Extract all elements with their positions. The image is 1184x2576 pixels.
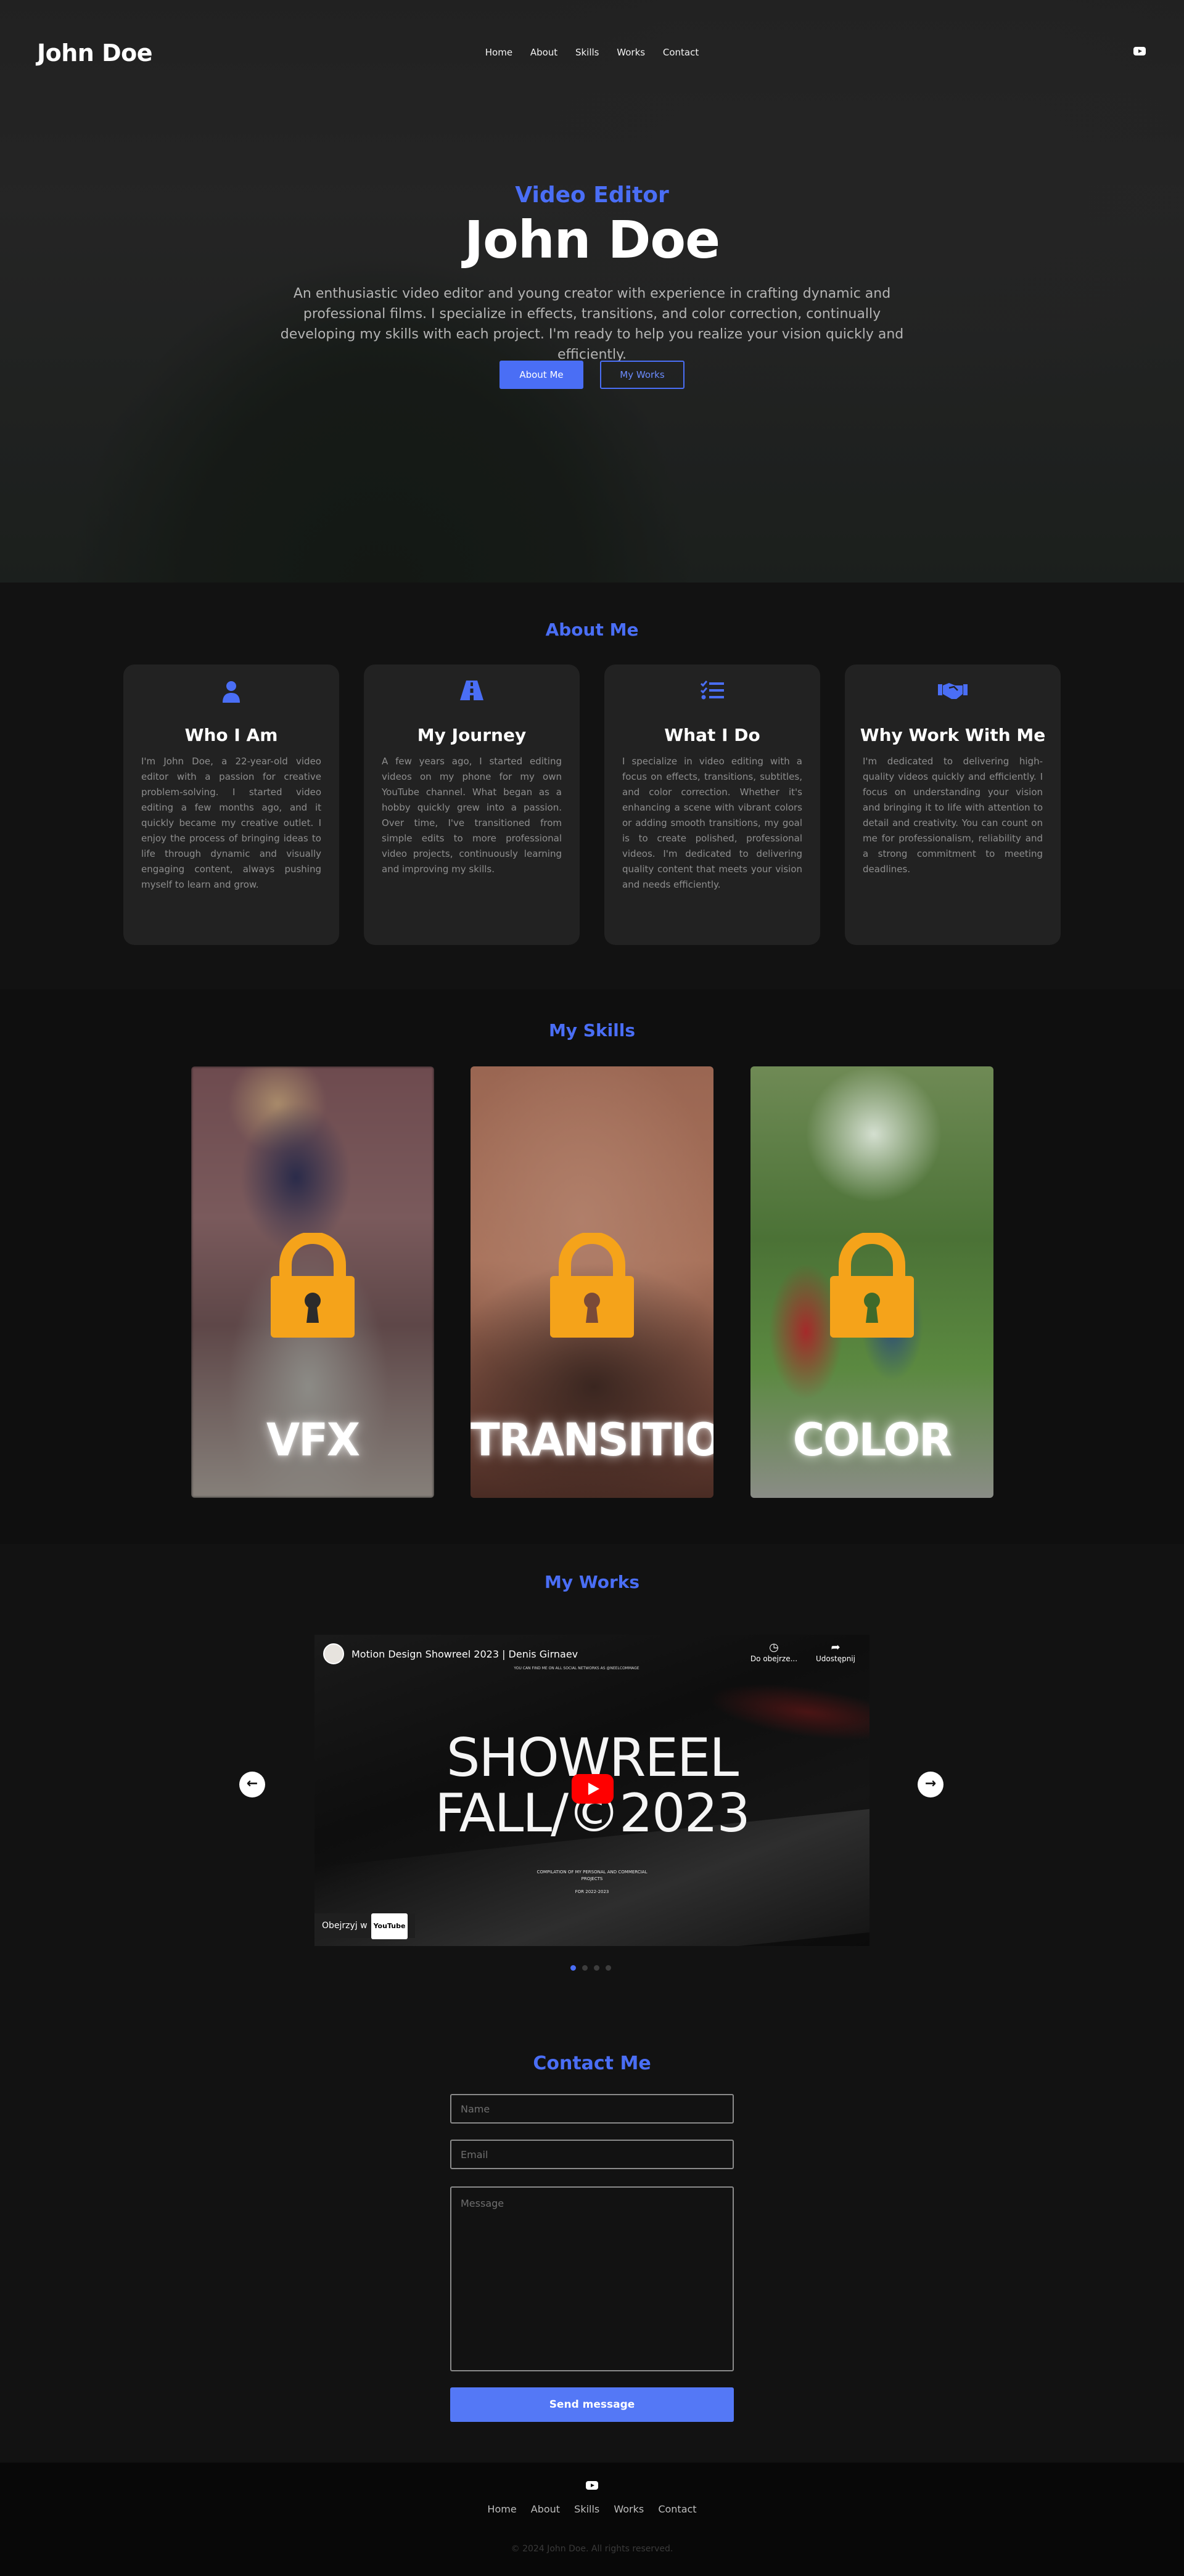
carousel-dot[interactable] — [594, 1965, 599, 1971]
skill-label: COLOR — [792, 1413, 952, 1467]
video-caption-line-1: COMPILATION OF MY PERSONAL AND COMMERCIA… — [536, 1870, 648, 1881]
skill-label: VFX — [266, 1413, 360, 1467]
footer-link-contact[interactable]: Contact — [658, 2503, 696, 2515]
footer: Home About Skills Works Contact © 2024 J… — [0, 2463, 1184, 2576]
skills-title: My Skills — [548, 1020, 636, 1041]
hero-subtitle: Video Editor — [515, 182, 669, 208]
carousel-prev-button[interactable]: ← — [239, 1772, 265, 1797]
nav-link-home[interactable]: Home — [485, 47, 512, 58]
skill-card-transition[interactable]: TRANSITION — [471, 1066, 713, 1498]
user-icon — [123, 681, 339, 705]
card-heading: Why Work With Me — [860, 725, 1046, 745]
carousel-indicators — [570, 1965, 614, 1971]
card-heading: What I Do — [664, 725, 760, 745]
video-caption-line-2: FOR 2022-2023 — [575, 1889, 609, 1894]
list-check-icon — [604, 681, 820, 705]
card-heading: My Journey — [417, 725, 527, 745]
lock-icon — [550, 1233, 634, 1338]
share-label: Udostępnij — [816, 1654, 855, 1663]
about-me-button[interactable]: About Me — [500, 361, 583, 389]
about-title: About Me — [545, 619, 639, 640]
watch-later-button[interactable]: ◷ Do obejrze... — [746, 1641, 802, 1663]
watch-later-label: Do obejrze... — [750, 1654, 798, 1663]
about-card-journey: My Journey A few years ago, I started ed… — [364, 664, 580, 945]
video-top-caption: YOU CAN FIND ME ON ALL SOCIAL NETWORKS A… — [514, 1666, 639, 1670]
clock-icon: ◷ — [769, 1641, 779, 1654]
skill-label: TRANSITION — [471, 1413, 713, 1467]
message-field[interactable] — [450, 2186, 734, 2371]
youtube-logo: YouTube — [371, 1913, 408, 1939]
youtube-icon[interactable] — [1133, 47, 1146, 55]
about-section: About Me Who I Am I'm John Doe, a 22-yea… — [0, 583, 1184, 989]
watch-on-youtube-button[interactable]: Obejrzyj w YouTube — [314, 1913, 416, 1939]
my-works-button[interactable]: My Works — [600, 361, 684, 389]
hero-section: John Doe Home About Skills Works Contact… — [0, 0, 1184, 583]
youtube-icon[interactable] — [586, 2481, 598, 2490]
works-section: My Works ← → Motion Design Showreel 2023… — [0, 1544, 1184, 2019]
footer-link-skills[interactable]: Skills — [574, 2503, 599, 2515]
nav-link-about[interactable]: About — [530, 47, 557, 58]
card-text: I specialize in video editing with a foc… — [622, 756, 802, 890]
lock-icon — [830, 1233, 914, 1338]
share-icon: ➦ — [831, 1641, 841, 1654]
lock-icon — [271, 1233, 355, 1338]
name-field[interactable] — [450, 2094, 734, 2124]
card-heading: Who I Am — [184, 725, 278, 745]
carousel-dot[interactable] — [606, 1965, 611, 1971]
carousel-next-button[interactable]: → — [918, 1772, 944, 1797]
carousel-dot[interactable] — [570, 1965, 576, 1971]
card-text: A few years ago, I started editing video… — [382, 756, 562, 875]
play-button[interactable] — [572, 1774, 614, 1804]
footer-link-about[interactable]: About — [531, 2503, 560, 2515]
watch-on-label: Obejrzyj w — [322, 1921, 368, 1931]
share-button[interactable]: ➦ Udostępnij — [808, 1641, 863, 1663]
email-field[interactable] — [450, 2140, 734, 2169]
works-title: My Works — [544, 1572, 640, 1592]
send-message-button[interactable]: Send message — [450, 2387, 734, 2422]
copyright-text: © 2024 John Doe. All rights reserved. — [511, 2544, 673, 2554]
about-card-what: What I Do I specialize in video editing … — [604, 664, 820, 945]
about-card-why: Why Work With Me I'm dedicated to delive… — [845, 664, 1061, 945]
about-card-who: Who I Am I'm John Doe, a 22-year-old vid… — [123, 664, 339, 945]
contact-section: Contact Me Send message — [0, 2019, 1184, 2463]
skill-card-color[interactable]: COLOR — [750, 1066, 993, 1498]
card-text: I'm dedicated to delivering high-quality… — [863, 756, 1043, 875]
hero-title: John Doe — [464, 210, 720, 270]
skills-section: My Skills VFX TRANSITION COLOR — [0, 989, 1184, 1544]
nav-links: Home About Skills Works Contact — [0, 47, 1184, 58]
footer-link-works[interactable]: Works — [614, 2503, 644, 2515]
video-embed[interactable]: Motion Design Showreel 2023 | Denis Girn… — [314, 1635, 870, 1946]
nav-link-contact[interactable]: Contact — [663, 47, 699, 58]
video-title[interactable]: Motion Design Showreel 2023 | Denis Girn… — [352, 1648, 578, 1660]
channel-avatar[interactable] — [323, 1643, 344, 1664]
carousel-dot[interactable] — [582, 1965, 588, 1971]
nav-link-works[interactable]: Works — [617, 47, 645, 58]
hero-description: An enthusiastic video editor and young c… — [280, 286, 904, 362]
footer-link-home[interactable]: Home — [487, 2503, 516, 2515]
nav-link-skills[interactable]: Skills — [575, 47, 599, 58]
card-text: I'm John Doe, a 22-year-old video editor… — [141, 756, 321, 890]
road-icon — [364, 681, 580, 705]
navbar: John Doe Home About Skills Works Contact — [0, 0, 1184, 108]
skill-card-vfx[interactable]: VFX — [191, 1066, 434, 1498]
video-caption: COMPILATION OF MY PERSONAL AND COMMERCIA… — [530, 1869, 654, 1895]
handshake-icon — [845, 681, 1061, 705]
footer-links: Home About Skills Works Contact — [0, 2503, 1184, 2515]
contact-title: Contact Me — [533, 2053, 651, 2074]
